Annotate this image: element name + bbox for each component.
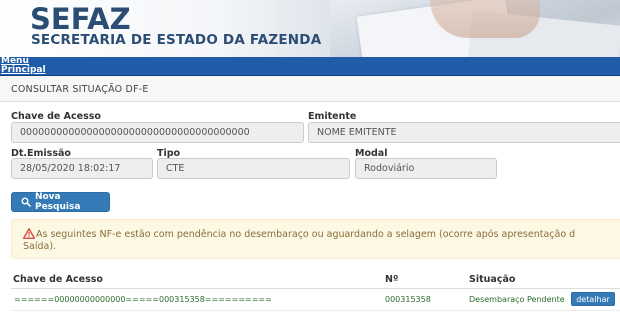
brand-subtitle: SECRETARIA DE ESTADO DA FAZENDA (31, 32, 322, 48)
alert-message-line-2: Saída). (23, 241, 57, 252)
column-header-situacao: Situação (469, 274, 516, 285)
detalhar-button[interactable]: detalhar (571, 292, 615, 306)
nova-pesquisa-button[interactable]: Nova Pesquisa (11, 192, 110, 212)
dt-emissao-field[interactable]: 28/05/2020 18:02:17 (11, 158, 153, 179)
brand-logo: SEFAZ (30, 2, 131, 36)
chave-acesso-label: Chave de Acesso (11, 111, 101, 122)
alert-message-line-1: As seguintes NF-e estão com pendência no… (36, 229, 576, 240)
chave-acesso-field[interactable]: 00000000000000000000000000000000000000 (11, 122, 304, 143)
search-icon (21, 197, 31, 207)
page-title: CONSULTAR SITUAÇÃO DF-E (11, 84, 149, 95)
pending-alert: As seguintes NF-e estão com pendência no… (11, 219, 620, 259)
column-header-chave: Chave de Acesso (13, 274, 103, 285)
emitente-label: Emitente (308, 111, 357, 122)
column-header-numero: Nº (385, 274, 399, 285)
row-chave-cell: ======00000000000000=====000315358======… (14, 295, 272, 304)
row-numero-cell: 000315358 (385, 295, 431, 304)
nav-principal-link[interactable]: Principal (1, 66, 46, 75)
panel-heading: CONSULTAR SITUAÇÃO DF-E (0, 76, 620, 102)
tipo-field[interactable]: CTE (157, 158, 350, 179)
nova-pesquisa-label: Nova Pesquisa (34, 192, 81, 212)
emitente-field[interactable]: NOME EMITENTE (308, 122, 620, 143)
warning-icon (23, 228, 35, 239)
main-nav: Menu Principal (0, 57, 620, 76)
row-divider (11, 310, 620, 311)
header-banner: SEFAZ SECRETARIA DE ESTADO DA FAZENDA (0, 0, 620, 57)
row-situacao-cell: Desembaraço Pendente (469, 295, 565, 304)
table-header-divider (11, 288, 620, 289)
modal-field[interactable]: Rodoviário (355, 158, 497, 179)
